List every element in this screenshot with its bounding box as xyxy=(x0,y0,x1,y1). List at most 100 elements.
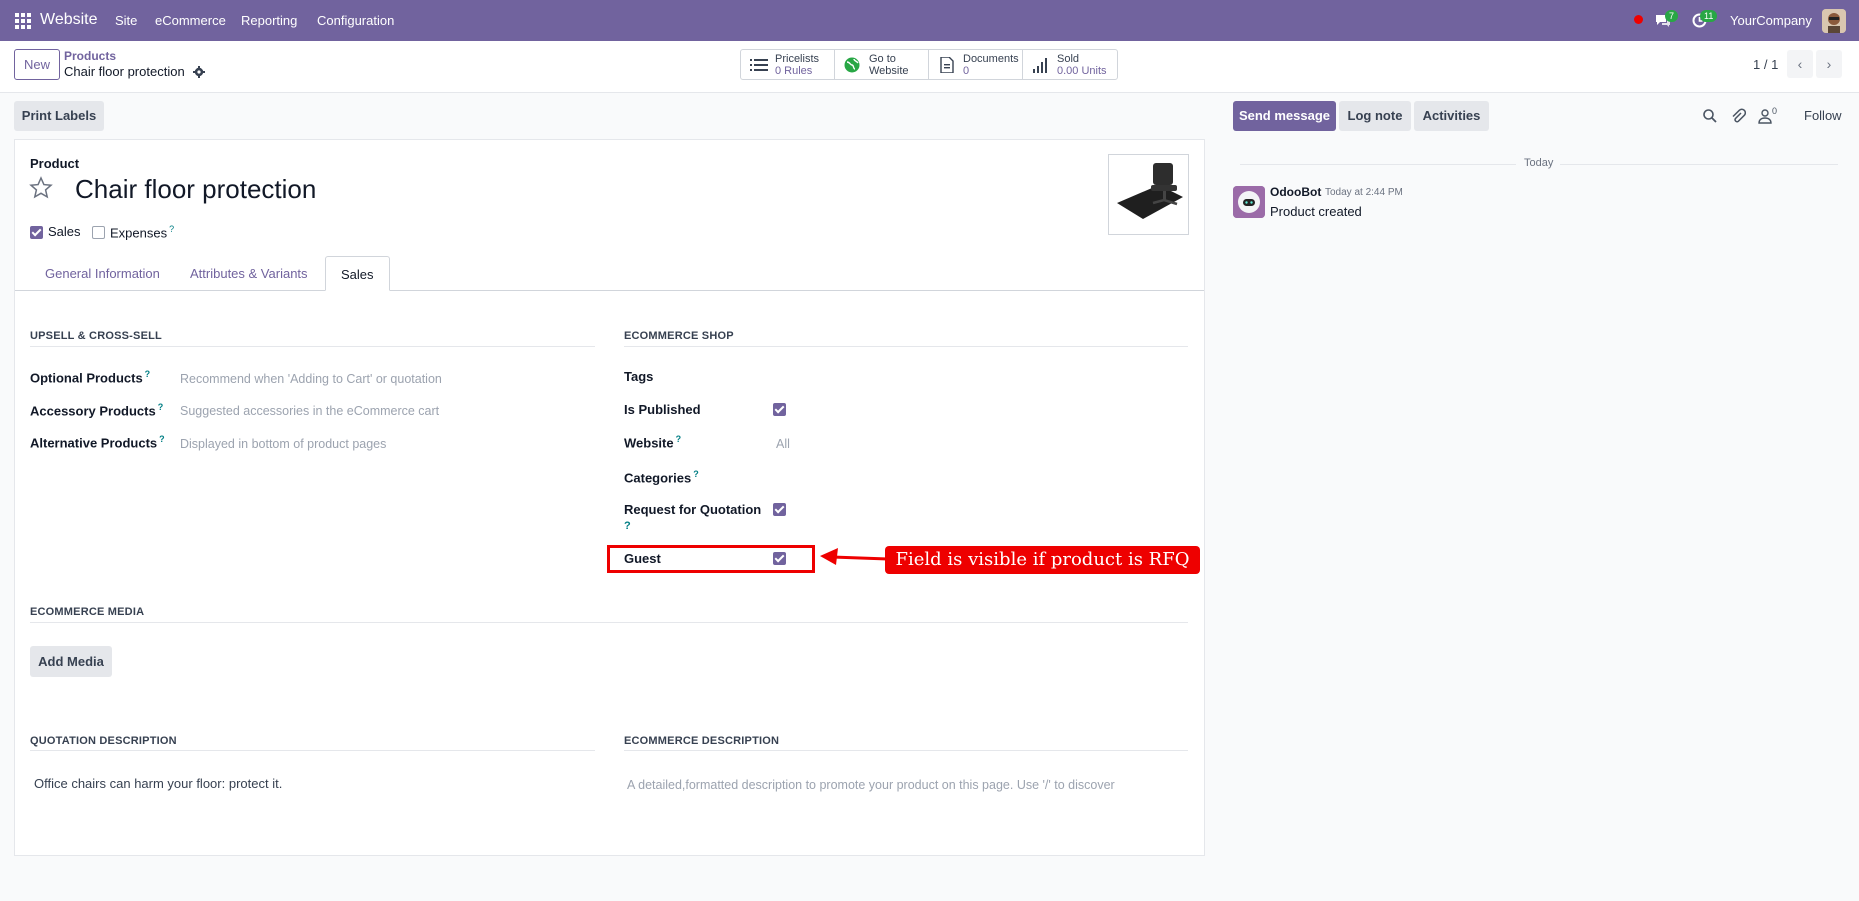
quotation-description-divider xyxy=(30,750,595,751)
date-separator-line-left xyxy=(1240,164,1516,165)
rfq-help-icon[interactable]: ? xyxy=(624,520,631,532)
pager-next-icon[interactable]: › xyxy=(1816,50,1842,78)
recording-indicator-icon[interactable] xyxy=(1634,15,1643,24)
print-labels-button[interactable]: Print Labels xyxy=(14,101,104,131)
rfq-label: Request for Quotation xyxy=(624,502,762,517)
tab-sales[interactable]: Sales xyxy=(325,256,390,291)
optional-products-input[interactable]: Recommend when 'Adding to Cart' or quota… xyxy=(180,372,442,386)
ecommerce-media-divider xyxy=(30,622,1188,623)
website-label: Website? xyxy=(624,434,682,451)
tags-input[interactable] xyxy=(775,364,1175,386)
ecommerce-media-section-header: ECOMMERCE MEDIA xyxy=(30,606,145,618)
breadcrumb-current: Chair floor protection xyxy=(64,64,185,79)
go-to-website-button[interactable]: Go to Website xyxy=(835,50,929,79)
alternative-products-input[interactable]: Displayed in bottom of product pages xyxy=(180,437,386,451)
website-label: Website xyxy=(869,65,909,77)
document-icon xyxy=(940,57,954,73)
globe-icon xyxy=(844,57,860,73)
sales-checkbox-label: Sales xyxy=(48,224,81,239)
upsell-divider xyxy=(30,346,595,347)
attachment-icon[interactable] xyxy=(1730,108,1746,124)
tab-general-information[interactable]: General Information xyxy=(30,256,175,291)
add-media-button[interactable]: Add Media xyxy=(30,646,112,677)
quotation-description-field[interactable]: Office chairs can harm your floor: prote… xyxy=(34,776,282,791)
ecommerce-description-divider xyxy=(624,750,1188,751)
help-tooltip-icon[interactable]: ? xyxy=(169,224,174,234)
is-published-checkbox[interactable] xyxy=(773,403,786,416)
upsell-section-header: UPSELL & CROSS-SELL xyxy=(30,330,162,342)
categories-input[interactable] xyxy=(775,464,1175,486)
messages-badge: 7 xyxy=(1665,10,1679,22)
documents-button[interactable]: Documents 0 xyxy=(929,50,1023,79)
date-separator-line-right xyxy=(1560,164,1838,165)
search-icon[interactable] xyxy=(1702,108,1718,124)
alternative-products-label: Alternative Products? xyxy=(30,434,165,451)
pager-previous-icon[interactable]: ‹ xyxy=(1787,50,1813,78)
app-name[interactable]: Website xyxy=(40,11,98,29)
chair-mat-image xyxy=(1117,163,1183,219)
menu-reporting[interactable]: Reporting xyxy=(241,13,297,28)
list-icon xyxy=(750,59,768,71)
menu-ecommerce[interactable]: eCommerce xyxy=(155,13,226,28)
breadcrumb-products[interactable]: Products xyxy=(64,49,116,63)
accessory-products-input[interactable]: Suggested accessories in the eCommerce c… xyxy=(180,404,439,418)
sold-value: 0.00 Units xyxy=(1057,65,1107,77)
website-select[interactable]: All xyxy=(776,437,790,451)
sold-label: Sold xyxy=(1057,53,1080,65)
annotation-arrow-icon xyxy=(820,548,889,565)
is-published-label: Is Published xyxy=(624,402,701,417)
menu-site[interactable]: Site xyxy=(115,13,137,28)
pager-value[interactable]: 1 / 1 xyxy=(1753,57,1778,72)
top-navbar: Website Site eCommerce Reporting Configu… xyxy=(0,0,1859,41)
product-label: Product xyxy=(30,156,80,171)
tags-label: Tags xyxy=(624,369,654,384)
form-sheet xyxy=(14,139,1205,856)
ecommerce-shop-divider xyxy=(624,346,1188,347)
message-body: Product created xyxy=(1270,204,1362,219)
odoobot-avatar[interactable] xyxy=(1233,186,1265,218)
smart-buttons: Pricelists 0 Rules Go to Website Documen… xyxy=(740,49,1118,80)
ecommerce-description-header: ECOMMERCE DESCRIPTION xyxy=(624,735,780,747)
ecommerce-shop-section-header: ECOMMERCE SHOP xyxy=(624,330,734,342)
activities-badge: 11 xyxy=(1700,10,1718,22)
followers-icon[interactable] xyxy=(1757,108,1773,124)
annotation-highlight-box xyxy=(607,545,815,573)
log-note-button[interactable]: Log note xyxy=(1339,101,1411,131)
gear-icon[interactable] xyxy=(193,66,205,78)
expenses-checkbox-label: Expenses? xyxy=(110,224,175,241)
new-button[interactable]: New xyxy=(14,49,60,80)
followers-count: 0 xyxy=(1772,106,1778,116)
bar-chart-icon xyxy=(1033,58,1047,73)
company-switcher[interactable]: YourCompany xyxy=(1730,13,1812,28)
message-time: Today at 2:44 PM xyxy=(1325,187,1403,198)
optional-products-label: Optional Products? xyxy=(30,369,151,386)
tab-attributes-variants[interactable]: Attributes & Variants xyxy=(175,256,323,291)
apps-menu-icon[interactable] xyxy=(15,13,31,29)
send-message-button[interactable]: Send message xyxy=(1233,101,1336,131)
expenses-checkbox[interactable] xyxy=(92,226,105,239)
accessory-products-label: Accessory Products? xyxy=(30,402,164,419)
product-name-field[interactable]: Chair floor protection xyxy=(75,174,316,205)
documents-count: 0 xyxy=(963,65,970,77)
follow-button[interactable]: Follow xyxy=(1804,108,1842,123)
menu-configuration[interactable]: Configuration xyxy=(317,13,394,28)
quotation-description-header: QUOTATION DESCRIPTION xyxy=(30,735,177,747)
date-separator: Today xyxy=(1524,157,1554,169)
annotation-callout: Field is visible if product is RFQ xyxy=(885,546,1200,574)
pricelists-label: Pricelists xyxy=(775,53,820,65)
categories-label: Categories? xyxy=(624,469,699,486)
pricelists-button[interactable]: Pricelists 0 Rules xyxy=(741,50,835,79)
product-image[interactable] xyxy=(1108,154,1189,235)
favorite-star-icon[interactable] xyxy=(29,176,53,200)
rfq-checkbox[interactable] xyxy=(773,503,786,516)
pricelists-value: 0 Rules xyxy=(775,65,813,77)
sales-checkbox[interactable] xyxy=(30,226,43,239)
control-panel: New Products Chair floor protection Pric… xyxy=(0,41,1859,93)
sold-button[interactable]: Sold 0.00 Units xyxy=(1023,50,1117,79)
documents-label: Documents xyxy=(963,53,1019,65)
activities-button[interactable]: Activities xyxy=(1414,101,1489,131)
message-author[interactable]: OdooBot xyxy=(1270,185,1321,199)
go-to-label: Go to xyxy=(869,53,896,65)
user-avatar[interactable] xyxy=(1822,9,1846,33)
ecommerce-description-field[interactable]: A detailed,formatted description to prom… xyxy=(627,778,1115,792)
